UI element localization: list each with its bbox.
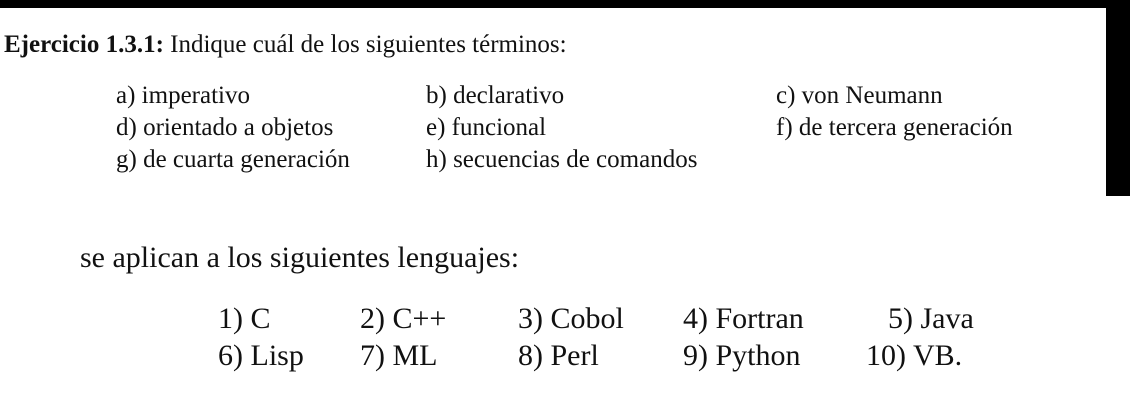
language-7: 7) ML [360,339,438,372]
exercise-heading: Ejercicio 1.3.1: Indique cuál de los sig… [4,30,567,60]
language-6: 6) Lisp [218,339,304,372]
exercise-prompt: Indique cuál de los siguientes términos: [170,31,567,58]
term-g: g) de cuarta generación [116,146,350,173]
language-8: 8) Perl [518,339,599,372]
language-10: 10) VB. [866,339,963,372]
language-1: 1) C [218,302,271,335]
term-a: a) imperativo [116,82,250,109]
term-c: c) von Neumann [776,82,943,109]
page-margin-extension [1106,196,1130,400]
language-2: 2) C++ [360,302,447,335]
languages-intro: se aplican a los siguientes lenguajes: [80,241,520,274]
term-f: f) de tercera generación [776,114,1013,141]
term-d: d) orientado a objetos [116,114,334,141]
term-e: e) funcional [426,114,547,141]
language-3: 3) Cobol [518,302,624,335]
language-4: 4) Fortran [683,302,804,335]
exercise-label: Ejercicio 1.3.1: [4,31,164,58]
language-9: 9) Python [683,339,801,372]
document-page: Ejercicio 1.3.1: Indique cuál de los sig… [0,8,1106,400]
term-b: b) declarativo [426,82,565,109]
term-h: h) secuencias de comandos [426,146,698,173]
language-5: 5) Java [888,302,974,335]
